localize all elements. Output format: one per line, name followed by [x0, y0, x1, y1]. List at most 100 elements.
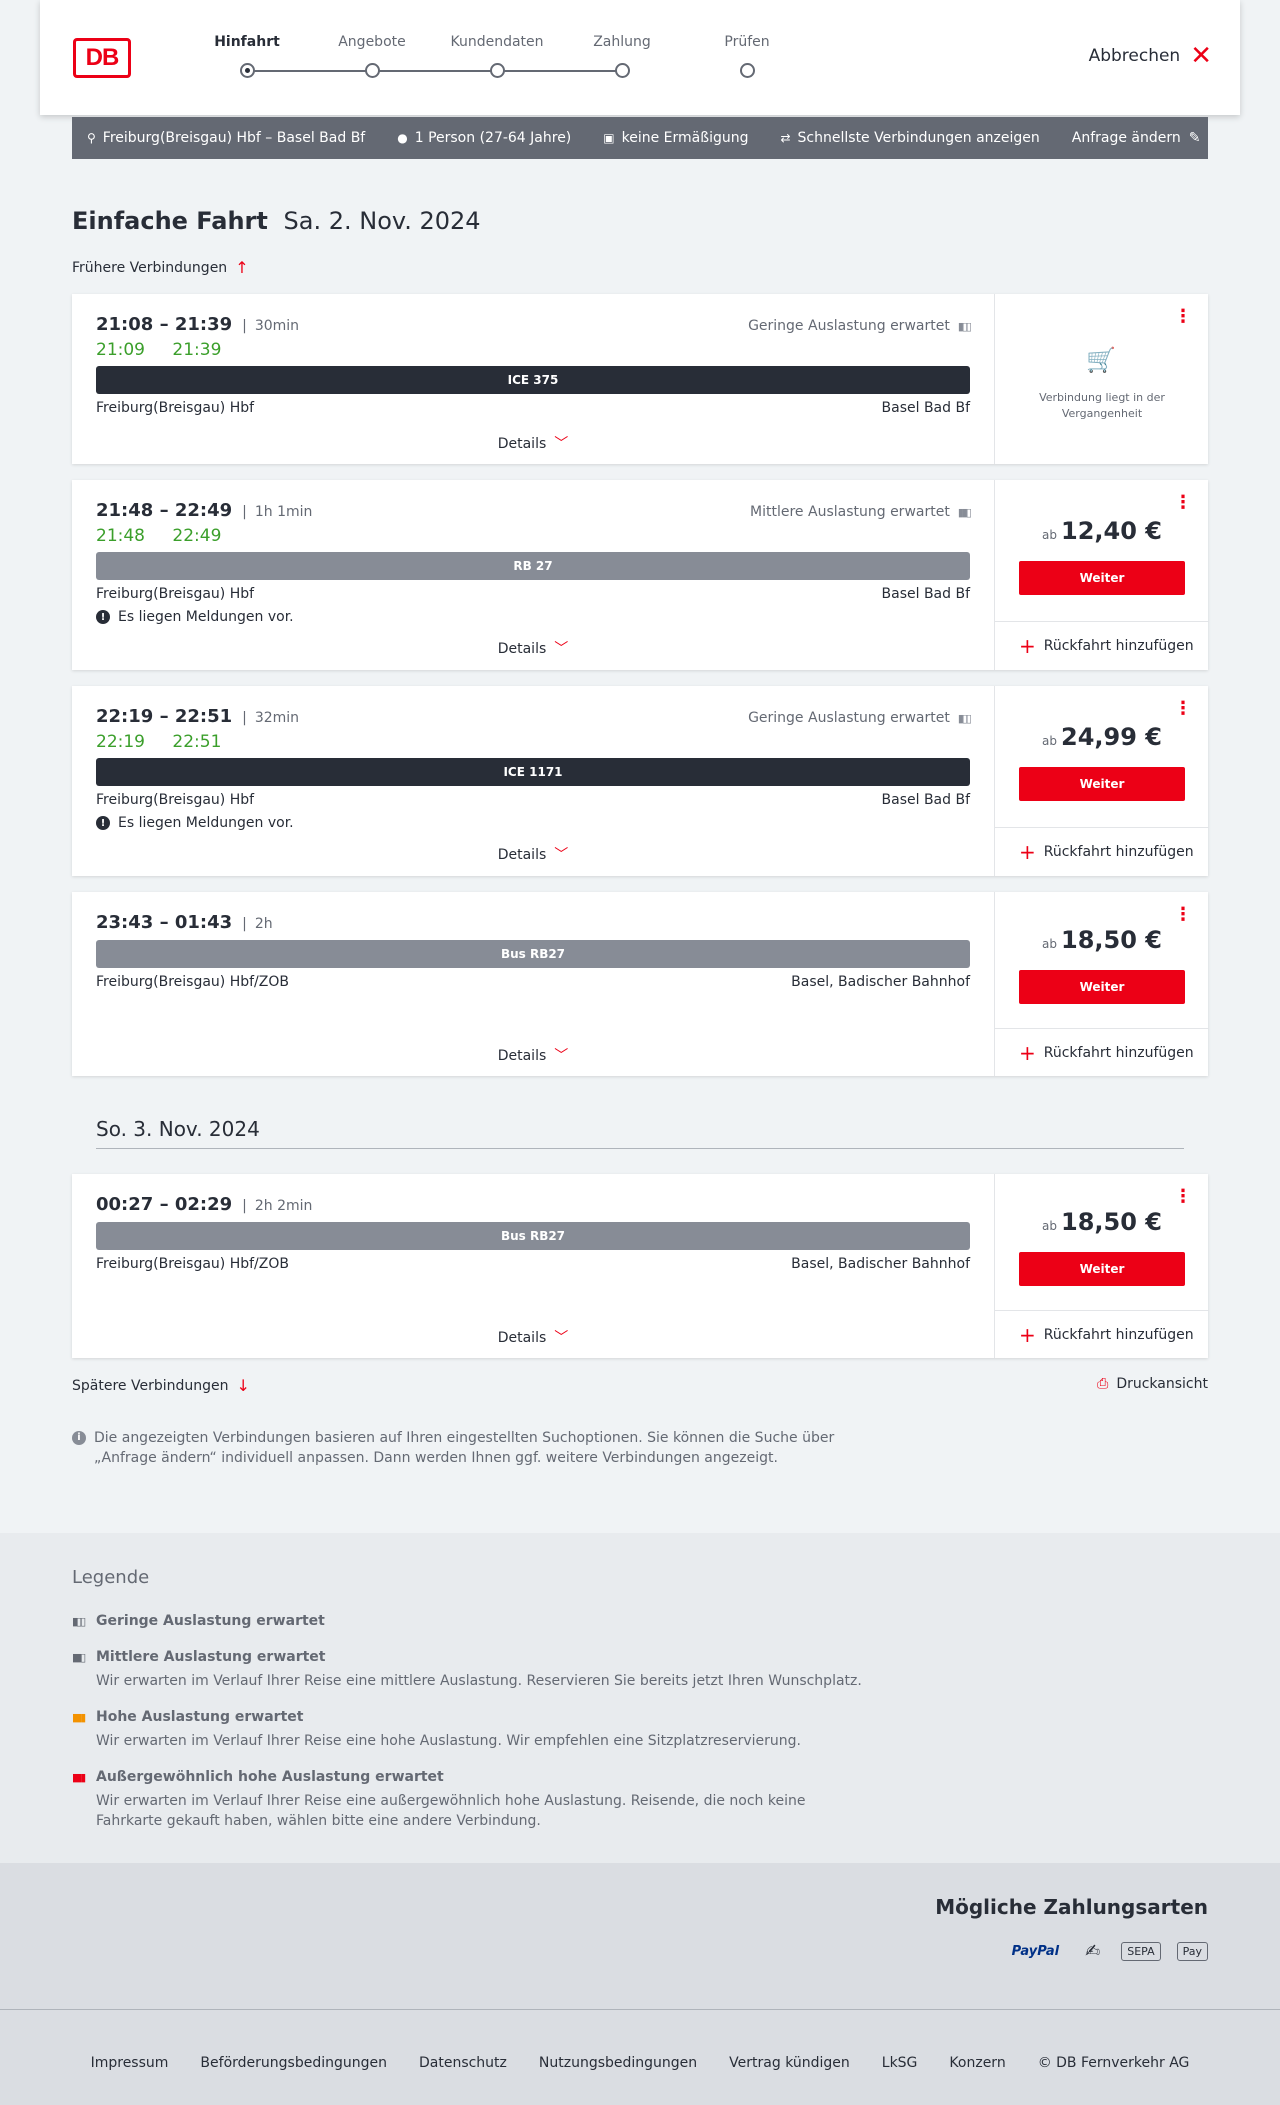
occupancy-low-icon: ▮▯▯ [957, 319, 972, 333]
print-label: Druckansicht [1116, 1376, 1208, 1392]
legend-label: Mittlere Auslastung erwartet [96, 1649, 326, 1665]
divider [995, 1028, 1209, 1029]
footer-link-konzern[interactable]: Konzern [949, 2055, 1005, 2071]
connection-times: 21:08 – 21:39 | 30min [96, 314, 300, 335]
continue-button[interactable]: Weiter [1019, 1252, 1185, 1286]
person-icon: ● [397, 131, 408, 145]
disruption-message[interactable]: ! Es liegen Meldungen vor. [96, 815, 294, 831]
origin-station: Freiburg(Breisgau) Hbf/ZOB [96, 1256, 289, 1272]
sepa-icon: SEPA [1121, 1942, 1161, 1961]
continue-button[interactable]: Weiter [1019, 561, 1185, 595]
offer-panel: ⋮ ab 18,50 € Weiter + Rückfahrt hinzufüge… [994, 1174, 1209, 1358]
step-label: Zahlung [593, 34, 651, 50]
more-options-icon[interactable]: ⋮ [1174, 700, 1192, 718]
train-bar[interactable]: Bus RB27 [96, 1222, 970, 1250]
offer-panel: ⋮ ab 12,40 € Weiter + Rückfahrt hinzufüge… [994, 480, 1209, 670]
add-return-label: Rückfahrt hinzufügen [1043, 844, 1194, 860]
details-toggle[interactable]: Details ﹀ [72, 1327, 994, 1347]
footer-links: Impressum Beförderungsbedingungen Datens… [0, 2055, 1280, 2071]
connection-info[interactable]: 21:08 – 21:39 | 30min 21:09 21:39 Geringe … [72, 294, 994, 464]
disruption-message[interactable]: ! Es liegen Meldungen vor. [96, 609, 294, 625]
price: ab 18,50 € [995, 1208, 1209, 1236]
connection-times: 21:48 – 22:49 | 1h 1min [96, 500, 313, 521]
step-label: Prüfen [724, 34, 770, 50]
occupancy-label: Mittlere Auslastung erwartet [750, 504, 950, 520]
details-label: Details [497, 847, 547, 863]
occupancy-high-icon: ▮▮▮ [72, 1710, 86, 1724]
swap-icon: ⇄ [780, 131, 791, 145]
footer-link-lksg[interactable]: LkSG [882, 2055, 918, 2071]
planned-times: 00:27 – 02:29 [96, 1194, 233, 1215]
footer-link-impressum[interactable]: Impressum [91, 2055, 169, 2071]
apple-pay-icon: Pay [1176, 1942, 1208, 1961]
details-label: Details [497, 641, 547, 657]
pencil-icon: ✎ [1188, 130, 1201, 146]
details-label: Details [497, 1048, 547, 1064]
footer-link-nutzungsbedingungen[interactable]: Nutzungsbedingungen [539, 2055, 697, 2071]
footer-link-datenschutz[interactable]: Datenschutz [419, 2055, 507, 2071]
footer-link-vertrag-kuendigen[interactable]: Vertrag kündigen [729, 2055, 850, 2071]
alert-icon: ! [96, 610, 110, 624]
duration: 2h [254, 916, 273, 932]
step-zahlung: Zahlung [567, 32, 677, 78]
details-toggle[interactable]: Details ﹀ [72, 1045, 994, 1065]
later-connections-link[interactable]: Spätere Verbindungen ↓ [72, 1376, 250, 1395]
print-view-link[interactable]: ⎙ Druckansicht [1097, 1376, 1208, 1392]
add-return-button[interactable]: + Rückfahrt hinzufügen [1019, 840, 1194, 864]
db-logo[interactable]: DB [73, 38, 131, 78]
message-text: Es liegen Meldungen vor. [118, 815, 294, 831]
details-toggle[interactable]: Details ﹀ [72, 638, 994, 658]
details-toggle[interactable]: Details ﹀ [72, 844, 994, 864]
cancel-button[interactable]: Abbrechen ✕ [1088, 43, 1212, 69]
connection-info[interactable]: 00:27 – 02:29 | 2h 2min Bus RB27 Freiburg(… [72, 1174, 994, 1358]
details-toggle[interactable]: Details ﹀ [72, 433, 994, 453]
occupancy-label: Geringe Auslastung erwartet [748, 318, 950, 334]
edit-request-button[interactable]: Anfrage ändern ✎ [1072, 130, 1201, 146]
footer-link-befoerderungsbedingungen[interactable]: Beförderungsbedingungen [200, 2055, 387, 2071]
realtime-times: 22:19 22:51 [96, 732, 221, 752]
price-value: 24,99 € [1061, 723, 1162, 751]
occupancy-info: Geringe Auslastung erwartet ▮▯▯ [748, 318, 972, 334]
continue-button[interactable]: Weiter [1019, 970, 1185, 1004]
cancel-label: Abbrechen [1088, 46, 1181, 66]
add-return-button[interactable]: + Rückfahrt hinzufügen [1019, 1041, 1194, 1065]
date-divider [96, 1148, 1184, 1149]
more-options-icon[interactable]: ⋮ [1174, 1188, 1192, 1206]
occupancy-medium-icon: ▮▮▯ [72, 1650, 86, 1664]
duration: 32min [254, 710, 300, 726]
add-return-button[interactable]: + Rückfahrt hinzufügen [1019, 636, 1194, 656]
connection-info[interactable]: 21:48 – 22:49 | 1h 1min 21:48 22:49 Mittle… [72, 480, 994, 670]
train-bar[interactable]: Bus RB27 [96, 940, 970, 968]
plus-icon: + [1019, 1323, 1036, 1347]
train-bar[interactable]: RB 27 [96, 552, 970, 580]
discount-summary: ▣ keine Ermäßigung [603, 130, 748, 146]
plus-icon: + [1019, 1041, 1036, 1065]
add-return-button[interactable]: + Rückfahrt hinzufügen [1019, 1323, 1194, 1347]
continue-button[interactable]: Weiter [1019, 767, 1185, 801]
connection-info[interactable]: 22:19 – 22:51 | 32min 22:19 22:51 Geringe … [72, 686, 994, 876]
realtime-arrival: 21:39 [172, 340, 222, 360]
planned-times: 23:43 – 01:43 [96, 912, 233, 933]
connection-info[interactable]: 23:43 – 01:43 | 2h Bus RB27 Freiburg(Breis… [72, 892, 994, 1076]
more-options-icon[interactable]: ⋮ [1174, 906, 1192, 924]
realtime-times: 21:48 22:49 [96, 526, 221, 546]
more-options-icon[interactable]: ⋮ [1174, 308, 1192, 326]
legend-section: Legende ▮▯▯ Geringe Auslastung erwartet ▮… [0, 1533, 1280, 1863]
page-title: Einfache Fahrt Sa. 2. Nov. 2024 [72, 207, 481, 235]
legend-description: Wir erwarten im Verlauf Ihrer Reise eine… [96, 1793, 806, 1829]
plus-icon: + [1019, 840, 1036, 864]
price-prefix: ab [1042, 734, 1057, 748]
route-text: Freiburg(Breisgau) Hbf – Basel Bad Bf [102, 130, 366, 146]
more-options-icon[interactable]: ⋮ [1174, 494, 1192, 512]
fastest-toggle[interactable]: ⇄ Schnellste Verbindungen anzeigen [780, 130, 1039, 146]
discount-text: keine Ermäßigung [621, 130, 749, 146]
add-return-label: Rückfahrt hinzufügen [1043, 638, 1194, 654]
destination-station: Basel, Badischer Bahnhof [791, 974, 970, 990]
chevron-down-icon: ﹀ [554, 1330, 569, 1346]
train-bar[interactable]: ICE 375 [96, 366, 970, 394]
train-bar[interactable]: ICE 1171 [96, 758, 970, 786]
connection-card: 23:43 – 01:43 | 2h Bus RB27 Freiburg(Breis… [72, 892, 1209, 1076]
earlier-connections-link[interactable]: Frühere Verbindungen ↑ [72, 258, 249, 277]
paypal-icon: PayPal [1011, 1944, 1060, 1959]
occupancy-low-icon: ▮▯▯ [957, 711, 972, 725]
